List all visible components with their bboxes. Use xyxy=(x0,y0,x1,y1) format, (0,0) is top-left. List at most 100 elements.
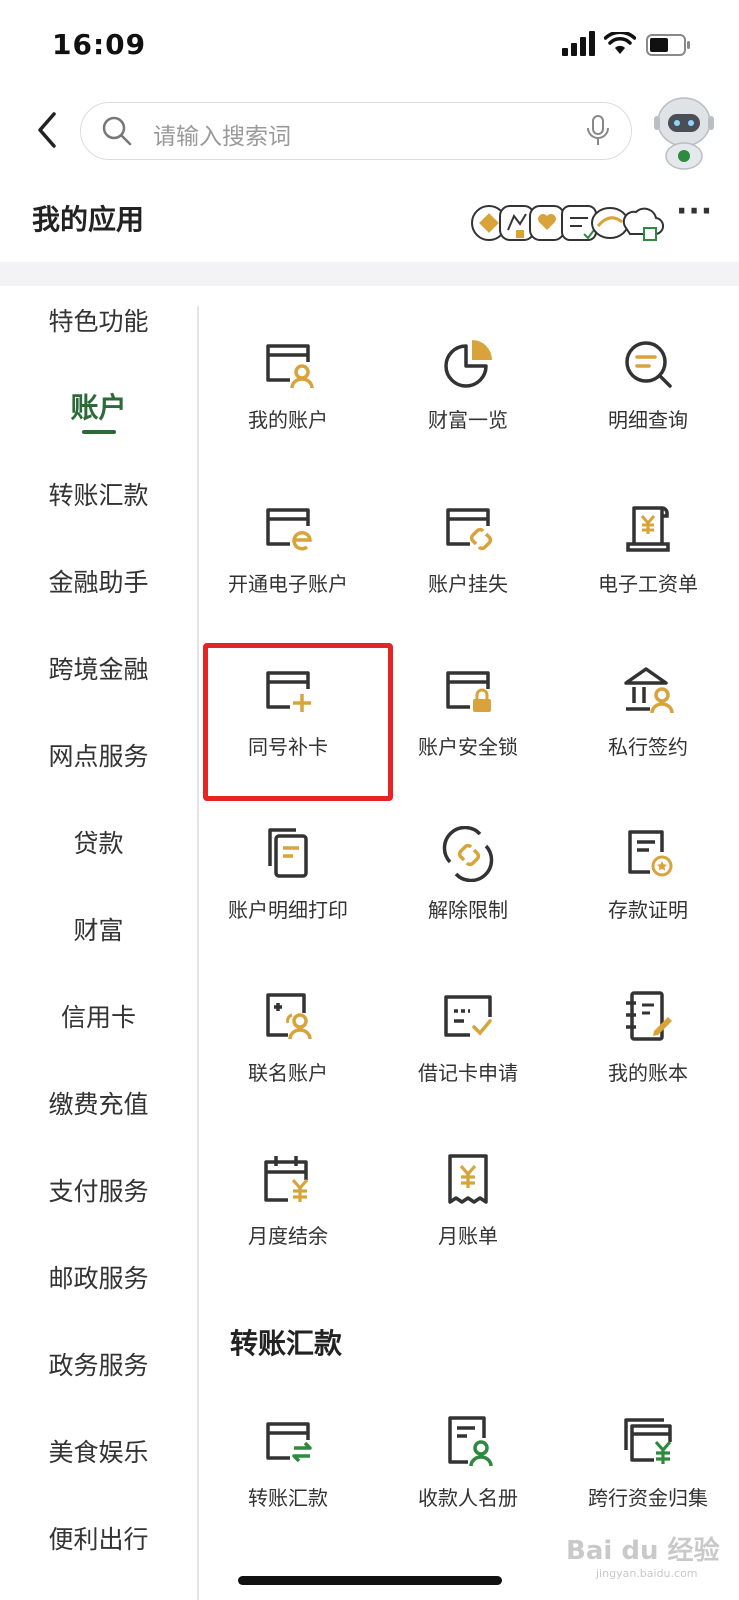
print-detail-icon xyxy=(268,828,308,878)
sidebar-item-label: 财富 xyxy=(73,916,124,945)
deposit-cert-icon xyxy=(628,830,673,877)
app-label: 联名账户 xyxy=(248,1061,328,1085)
receipt-yuan-icon xyxy=(448,1154,488,1204)
app-label: 月账单 xyxy=(438,1224,498,1248)
app-debit-card-apply[interactable]: 借记卡申请 xyxy=(378,989,558,1129)
private-bank-icon xyxy=(624,667,674,714)
app-remove-restriction[interactable]: 解除限制 xyxy=(378,826,558,966)
detail-search-icon xyxy=(625,341,672,388)
status-bar: 16:09 xyxy=(0,0,739,90)
app-label: 收款人名册 xyxy=(418,1486,518,1510)
account-loss-icon xyxy=(446,508,493,551)
pinned-apps-icon-strip[interactable] xyxy=(470,200,670,246)
account-lock-icon xyxy=(446,671,491,712)
sidebar-item-label: 美食娱乐 xyxy=(48,1438,149,1467)
microphone-icon[interactable] xyxy=(585,114,611,148)
app-wealth-overview[interactable]: 财富一览 xyxy=(378,336,558,476)
app-e-payslip[interactable]: 电子工资单 xyxy=(558,500,738,640)
sidebar-item-loan[interactable]: 贷款 xyxy=(0,814,197,874)
sidebar-item-label: 跨境金融 xyxy=(48,655,149,684)
sidebar-item-travel[interactable]: 便利出行 xyxy=(0,1510,197,1570)
status-time: 16:09 xyxy=(52,28,147,61)
pie-chart-icon xyxy=(444,340,492,388)
app-label: 借记卡申请 xyxy=(418,1061,518,1085)
app-open-e-account[interactable]: 开通电子账户 xyxy=(198,500,378,640)
app-detail-query[interactable]: 明细查询 xyxy=(558,336,738,476)
transfer-icon xyxy=(266,1422,312,1463)
sidebar-item-postal-service[interactable]: 邮政服务 xyxy=(0,1249,197,1309)
app-private-bank-signing[interactable]: 私行签约 xyxy=(558,663,738,803)
sidebar-item-branch-service[interactable]: 网点服务 xyxy=(0,727,197,787)
app-payee-list[interactable]: 收款人名册 xyxy=(378,1414,558,1554)
app-transfer[interactable]: 转账汇款 xyxy=(198,1414,378,1554)
sidebar-item-label: 特色功能 xyxy=(48,307,149,336)
sidebar-item-finance-assistant[interactable]: 金融助手 xyxy=(0,553,197,613)
app-label: 开通电子账户 xyxy=(228,572,348,596)
app-label: 明细查询 xyxy=(608,408,688,432)
assistant-robot-avatar[interactable] xyxy=(648,92,720,170)
sidebar-item-food-entertainment[interactable]: 美食娱乐 xyxy=(0,1423,197,1483)
unlink-icon xyxy=(442,826,494,882)
sidebar-item-cross-border[interactable]: 跨境金融 xyxy=(0,640,197,700)
category-sidebar: 特色功能 账户 转账汇款 金融助手 跨境金融 网点服务 贷款 财富 信用卡 缴费… xyxy=(0,286,197,1600)
sidebar-item-wealth[interactable]: 财富 xyxy=(0,901,197,961)
sidebar-item-label: 账户 xyxy=(70,391,127,424)
sidebar-item-label: 支付服务 xyxy=(48,1177,149,1206)
back-chevron-icon[interactable] xyxy=(30,108,64,152)
highlight-box xyxy=(203,643,393,801)
app-label: 月度结余 xyxy=(248,1224,328,1248)
app-label: 解除限制 xyxy=(428,898,508,922)
app-account-loss-report[interactable]: 账户挂失 xyxy=(378,500,558,640)
sidebar-item-account[interactable]: 账户 xyxy=(0,378,197,438)
sidebar-item-label: 便利出行 xyxy=(48,1525,149,1554)
sidebar-item-label: 政务服务 xyxy=(48,1351,149,1380)
sidebar-item-credit-card[interactable]: 信用卡 xyxy=(0,988,197,1048)
home-indicator[interactable] xyxy=(238,1576,502,1585)
app-label: 我的账本 xyxy=(608,1061,688,1085)
active-indicator xyxy=(82,430,116,434)
app-account-security-lock[interactable]: 账户安全锁 xyxy=(378,663,558,803)
app-my-ledger[interactable]: 我的账本 xyxy=(558,989,738,1129)
app-joint-account[interactable]: 联名账户 xyxy=(198,989,378,1129)
sidebar-item-bill-payment[interactable]: 缴费充值 xyxy=(0,1075,197,1135)
e-payslip-icon xyxy=(626,506,670,552)
sidebar-item-payment-service[interactable]: 支付服务 xyxy=(0,1162,197,1222)
app-label: 转账汇款 xyxy=(248,1486,328,1510)
search-bar[interactable]: 请输入搜索词 xyxy=(80,102,632,160)
battery-icon xyxy=(646,34,690,56)
app-monthly-balance[interactable]: 月度结余 xyxy=(198,1152,378,1292)
my-account-icon xyxy=(266,344,314,389)
app-monthly-statement[interactable]: 月账单 xyxy=(378,1152,558,1292)
sidebar-item-featured[interactable]: 特色功能 xyxy=(0,292,197,352)
app-account-detail-print[interactable]: 账户明细打印 xyxy=(198,826,378,966)
app-label: 私行签约 xyxy=(608,735,688,759)
more-icon[interactable]: ··· xyxy=(676,194,713,229)
sidebar-item-label: 贷款 xyxy=(73,829,124,858)
app-label: 账户明细打印 xyxy=(228,898,348,922)
sidebar-item-transfer[interactable]: 转账汇款 xyxy=(0,466,197,526)
app-label: 我的账户 xyxy=(248,408,328,432)
app-label: 账户挂失 xyxy=(428,572,508,596)
sidebar-item-label: 邮政服务 xyxy=(48,1264,149,1293)
transfer-section-title: 转账汇款 xyxy=(230,1327,343,1360)
signal-icon xyxy=(562,31,595,56)
search-icon xyxy=(102,116,132,146)
watermark-sub: jingyan.baidu.com xyxy=(596,1567,698,1580)
debit-card-icon xyxy=(444,995,492,1037)
sidebar-item-label: 转账汇款 xyxy=(48,481,149,510)
sidebar-item-label: 缴费充值 xyxy=(48,1090,149,1119)
app-my-account[interactable]: 我的账户 xyxy=(198,336,378,476)
wifi-icon xyxy=(604,32,636,54)
app-label: 存款证明 xyxy=(608,898,688,922)
sidebar-item-government-service[interactable]: 政务服务 xyxy=(0,1336,197,1396)
sidebar-item-label: 网点服务 xyxy=(48,742,149,771)
sidebar-item-label: 金融助手 xyxy=(48,568,149,597)
watermark-text: Bai du 经验 xyxy=(566,1536,720,1566)
fund-collect-icon xyxy=(624,1418,672,1464)
section-divider xyxy=(0,262,739,286)
app-deposit-certificate[interactable]: 存款证明 xyxy=(558,826,738,966)
calendar-yuan-icon xyxy=(264,1156,309,1202)
payee-list-icon xyxy=(448,1416,493,1467)
watermark: Bai du 经验 jingyan.baidu.com xyxy=(566,1530,720,1580)
app-label: 跨行资金归集 xyxy=(588,1486,708,1510)
